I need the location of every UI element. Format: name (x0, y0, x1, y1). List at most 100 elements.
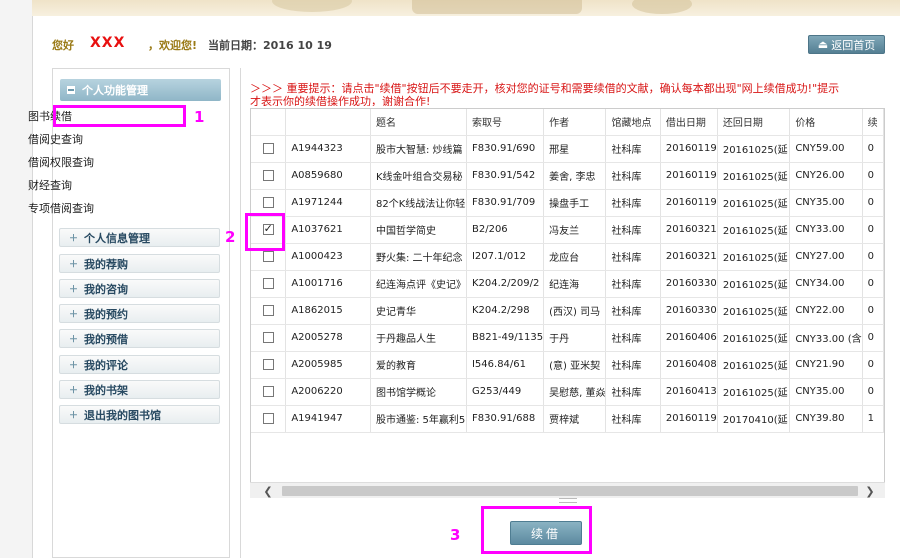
cell-title: 史记青华 (370, 297, 467, 325)
scroll-right-icon[interactable]: ❯ (862, 483, 878, 499)
cell-callno: K204.2/209/2 (466, 270, 545, 298)
menu-my-inquiries[interactable]: ＋我的咨询 (59, 279, 220, 298)
column-header-price: 价格 (789, 109, 863, 136)
cell-loan: 20160413 (660, 378, 718, 406)
row-checkbox[interactable] (262, 277, 274, 289)
table-row: A1000423 野火集: 二十年纪念 I207.1/012 龙应台 社科库 201603… (251, 243, 884, 271)
cell-location: 社科库 (605, 162, 661, 190)
row-checkbox[interactable] (262, 358, 274, 370)
loan-table: 题名 索取号 作者 馆藏地点 借出日期 还回日期 价格 续 A1944323 股市… (251, 109, 884, 433)
cell-barcode: A2005278 (285, 324, 371, 352)
cell-author: 邢星 (543, 135, 607, 163)
cell-price: CNY35.00 (789, 189, 863, 217)
row-checkbox[interactable] (262, 412, 274, 424)
cell-loan: 20160408 (660, 351, 718, 379)
cell-renew: 1 (862, 405, 884, 433)
cell-location: 社科库 (605, 243, 661, 271)
cell-price: CNY33.00 (含 (789, 324, 863, 352)
cell-due: 20161025(延 (717, 189, 791, 217)
horizontal-scrollbar[interactable]: ❮ ❯ (250, 482, 885, 498)
cell-author: 于丹 (543, 324, 607, 352)
cell-callno: K204.2/298 (466, 297, 545, 325)
cell-callno: F830.91/690 (466, 135, 545, 163)
menu-personal-info[interactable]: ＋个人信息管理 (59, 228, 220, 247)
plus-icon: ＋ (69, 361, 79, 371)
header-banner (32, 0, 900, 16)
cell-callno: B821-49/1135 (466, 324, 545, 352)
scrollbar-thumb[interactable] (282, 486, 858, 496)
plus-icon: ＋ (69, 310, 79, 320)
resize-grip[interactable] (559, 498, 577, 503)
annotation-marker-2: 2 (225, 228, 236, 246)
row-checkbox[interactable] (262, 142, 274, 154)
cell-title: 股市通鉴: 5年赢利5 (370, 405, 467, 433)
important-notice: ＞＞＞ 重要提示：请点击"续借"按钮后不要走开，核对您的证号和需要续借的文献，确… (250, 82, 840, 106)
row-checkbox[interactable] (262, 385, 274, 397)
sidebar-section-personal-functions[interactable]: 个人功能管理 (60, 79, 221, 101)
menu-logout-library[interactable]: ＋退出我的图书馆 (59, 405, 220, 424)
cell-callno: I546.84/61 (466, 351, 545, 379)
column-header-location: 馆藏地点 (605, 109, 661, 136)
cell-location: 社科库 (605, 297, 661, 325)
cell-barcode: A1944323 (285, 135, 371, 163)
row-checkbox[interactable] (262, 331, 274, 343)
cell-loan: 20160321 (660, 243, 718, 271)
sidebar-item-finance-query[interactable]: 财经查询 (28, 177, 72, 193)
table-row: A2005278 于丹趣品人生 B821-49/1135 于丹 社科库 20160406 2… (251, 324, 884, 352)
menu-my-reservations[interactable]: ＋我的预约 (59, 304, 220, 323)
cell-due: 20161025(延 (717, 162, 791, 190)
sidebar-item-borrow-history[interactable]: 借阅史查询 (28, 131, 83, 147)
cell-location: 社科库 (605, 270, 661, 298)
menu-my-bookshelf[interactable]: ＋我的书架 (59, 380, 220, 399)
top-bar: 您好 XXX ，欢迎您! 当前日期：2016 10 19 (52, 34, 892, 56)
plus-icon: ＋ (69, 234, 79, 244)
cell-due: 20161025(延 (717, 135, 791, 163)
column-header-author: 作者 (543, 109, 607, 136)
row-checkbox-cell (251, 378, 287, 406)
back-home-button[interactable]: ⏏ 返回首页 (808, 35, 885, 54)
sidebar-item-borrow-permission[interactable]: 借阅权限查询 (28, 154, 94, 170)
row-checkbox[interactable] (262, 250, 274, 262)
cell-author: 冯友兰 (543, 216, 607, 244)
cell-due: 20161025(延 (717, 297, 791, 325)
cell-loan: 20160119 (660, 405, 718, 433)
cell-price: CNY26.00 (789, 162, 863, 190)
menu-my-recommendations[interactable]: ＋我的荐购 (59, 254, 220, 273)
highlight-box-3 (481, 506, 592, 554)
plus-icon: ＋ (69, 411, 79, 421)
current-date: 当前日期：2016 10 19 (208, 39, 332, 52)
greeting: 您好 (52, 39, 74, 52)
row-checkbox[interactable] (262, 304, 274, 316)
cell-price: CNY39.80 (789, 405, 863, 433)
scroll-left-icon[interactable]: ❮ (260, 483, 276, 499)
row-checkbox-cell (251, 324, 287, 352)
plus-icon: ＋ (69, 335, 79, 345)
cell-author: 姜舍, 李忠 (543, 162, 607, 190)
table-header-row: 题名 索取号 作者 馆藏地点 借出日期 还回日期 价格 续 (251, 109, 884, 136)
cell-due: 20161025(延 (717, 270, 791, 298)
cell-author: 吴慰慈, 董焱 (543, 378, 607, 406)
cell-due: 20161025(延 (717, 243, 791, 271)
cell-price: CNY22.00 (789, 297, 863, 325)
row-checkbox[interactable] (262, 196, 274, 208)
cell-location: 社科库 (605, 135, 661, 163)
row-checkbox-cell (251, 297, 287, 325)
row-checkbox-cell (251, 351, 287, 379)
cell-location: 社科库 (605, 216, 661, 244)
menu-my-comments[interactable]: ＋我的评论 (59, 355, 220, 374)
sidebar-item-special-borrow[interactable]: 专项借阅查询 (28, 200, 94, 216)
cell-barcode: A1971244 (285, 189, 371, 217)
annotation-marker-3: 3 (450, 526, 461, 544)
cell-callno: G253/449 (466, 378, 545, 406)
cell-renew: 0 (862, 162, 884, 190)
loan-table-container: 题名 索取号 作者 馆藏地点 借出日期 还回日期 价格 续 A1944323 股市… (250, 108, 885, 498)
cell-renew: 0 (862, 297, 884, 325)
row-checkbox[interactable] (262, 169, 274, 181)
cell-price: CNY35.00 (789, 378, 863, 406)
cell-author: 纪连海 (543, 270, 607, 298)
cell-location: 社科库 (605, 351, 661, 379)
cell-title: 82个K线战法让你轻 (370, 189, 467, 217)
menu-my-prebooks[interactable]: ＋我的预借 (59, 329, 220, 348)
cell-callno: B2/206 (466, 216, 545, 244)
cell-barcode: A1941947 (285, 405, 371, 433)
